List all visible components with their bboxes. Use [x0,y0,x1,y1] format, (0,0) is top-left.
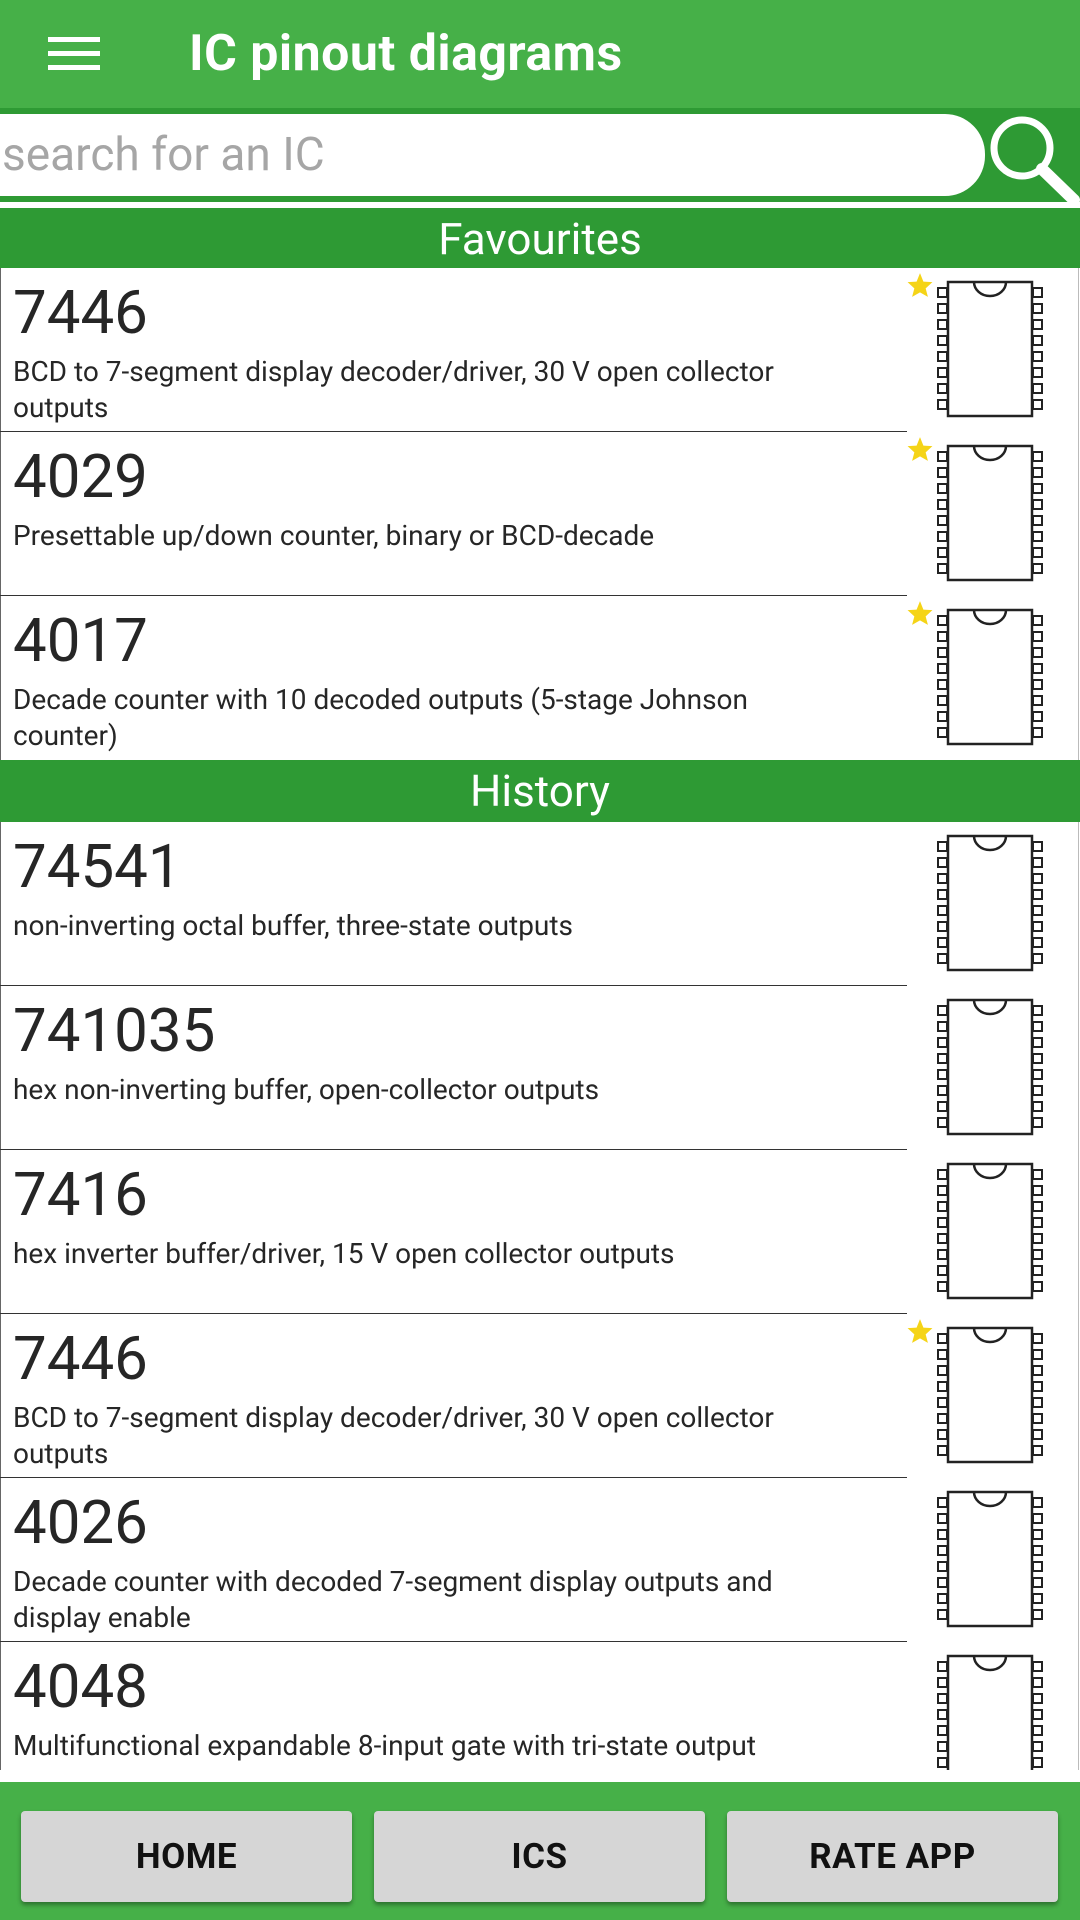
ic-description: Decade counter with decoded 7-segment di… [13,1565,773,1634]
chip-icon [935,280,1045,418]
star-icon [906,1318,934,1344]
ic-list-item[interactable]: 4048 Multifunctional expandable 8-input g… [0,1642,1080,1770]
chip-icon [935,998,1045,1136]
ic-list-item[interactable]: 7416 hex inverter buffer/driver, 15 V ope… [0,1150,1080,1314]
search-bar [0,108,1080,206]
chip-icon [935,608,1045,746]
chip-icon [935,1490,1045,1628]
row-border [0,1478,1,1642]
ic-description: non-inverting octal buffer, three-state … [13,909,573,942]
row-border [1078,432,1079,596]
row-border [0,596,1,760]
row-border [1078,1642,1079,1770]
search-button[interactable] [984,112,1080,206]
ic-description: Presettable up/down counter, binary or B… [13,519,655,552]
row-border [0,1150,1,1314]
row-border [1078,1478,1079,1642]
chip-icon [935,444,1045,582]
menu-icon[interactable] [48,34,100,72]
ic-description: hex inverter buffer/driver, 15 V open co… [13,1237,675,1270]
ic-number: 4029 [13,441,148,512]
star-icon [906,436,934,462]
home-button[interactable]: HOME [21,1811,352,1902]
row-border [1078,268,1079,432]
favourites-header: Favourites [0,208,1080,268]
ic-list-item[interactable]: 7446 BCD to 7-segment display decoder/dri… [0,1314,1080,1478]
app-title: IC pinout diagrams [189,25,623,83]
row-border [0,432,1,596]
search-input[interactable] [0,114,985,196]
row-border [1078,1150,1079,1314]
ic-list-item[interactable]: 7446 BCD to 7-segment display decoder/dri… [0,268,1080,432]
chip-icon [935,1162,1045,1300]
ic-number: 74541 [13,831,182,902]
ic-number: 741035 [13,995,216,1066]
history-header: History [0,760,1080,822]
rate-app-button[interactable]: RATE APP [727,1811,1058,1902]
ic-number: 7446 [13,277,148,348]
row-border [1078,596,1079,760]
ic-list-item[interactable]: 74541 non-inverting octal buffer, three-s… [0,822,1080,986]
ic-number: 4026 [13,1487,148,1558]
ic-description: BCD to 7-segment display decoder/driver,… [13,1401,774,1470]
ic-number: 7416 [13,1159,148,1230]
ic-description: Multifunctional expandable 8-input gate … [13,1729,756,1762]
row-border [0,268,1,432]
chip-icon [935,1326,1045,1464]
row-border [0,986,1,1150]
ic-number: 7446 [13,1323,148,1394]
ic-description: Decade counter with 10 decoded outputs (… [13,683,748,752]
star-icon [906,600,934,626]
chip-icon [935,1654,1045,1770]
chip-icon [935,834,1045,972]
row-border [0,1314,1,1478]
app-bar: IC pinout diagrams [0,0,1080,109]
ic-list-item[interactable]: 4017 Decade counter with 10 decoded outpu… [0,596,1080,760]
ic-list-item[interactable]: 741035 hex non-inverting buffer, open-col… [0,986,1080,1150]
row-border [0,822,1,986]
row-border [1078,986,1079,1150]
ic-number: 4048 [13,1651,148,1722]
ic-list-item[interactable]: 4026 Decade counter with decoded 7-segmen… [0,1478,1080,1642]
row-border [1078,1314,1079,1478]
search-icon [990,116,1080,206]
bottom-navigation: HOME ICS RATE APP [0,1782,1080,1920]
ic-list-item[interactable]: 4029 Presettable up/down counter, binary … [0,432,1080,596]
ic-number: 4017 [13,605,148,676]
ic-description: BCD to 7-segment display decoder/driver,… [13,355,774,424]
row-border [1078,822,1079,986]
ics-button[interactable]: ICS [374,1811,705,1902]
row-border [0,1642,1,1770]
ic-description: hex non-inverting buffer, open-collector… [13,1073,600,1106]
star-icon [906,272,934,298]
